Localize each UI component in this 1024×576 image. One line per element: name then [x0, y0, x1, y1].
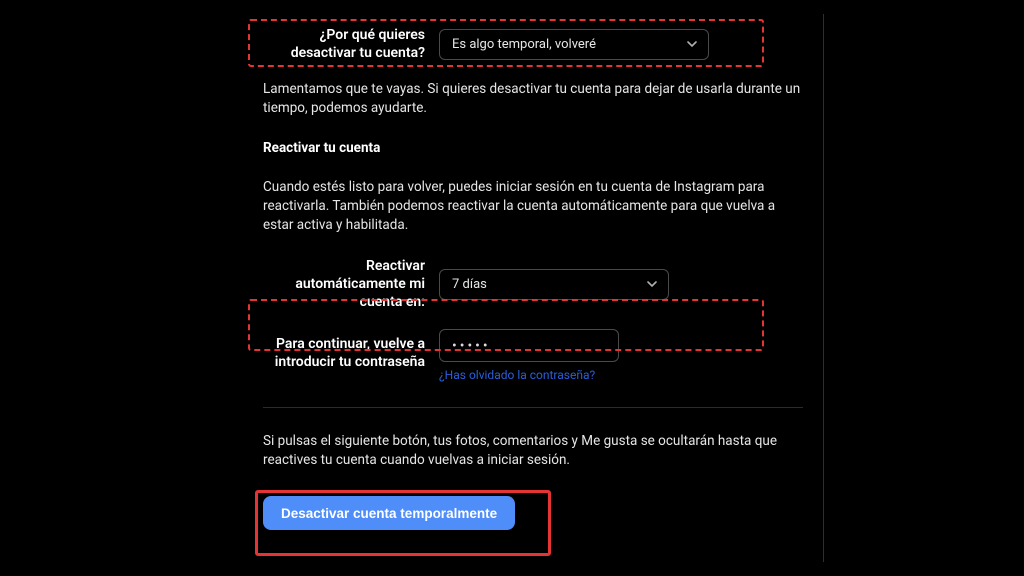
- reactivate-paragraph: Cuando estés listo para volver, puedes i…: [263, 178, 803, 235]
- reactivate-heading: Reactivar tu cuenta: [263, 140, 803, 156]
- confirm-paragraph: Si pulsas el siguiente botón, tus fotos,…: [263, 432, 803, 470]
- password-masked-value: •••••: [452, 338, 491, 354]
- forgot-password-link[interactable]: ¿Has olvidado la contraseña?: [439, 368, 595, 382]
- divider-horizontal: [263, 407, 803, 408]
- intro-paragraph: Lamentamos que te vayas. Si quieres desa…: [263, 80, 803, 118]
- password-input[interactable]: •••••: [439, 329, 619, 362]
- deactivate-button[interactable]: Desactivar cuenta temporalmente: [263, 496, 515, 530]
- deactivate-button-label: Desactivar cuenta temporalmente: [281, 506, 497, 521]
- divider-vertical: [823, 14, 824, 562]
- auto-reactivate-select[interactable]: 7 días: [439, 269, 669, 300]
- reason-label: ¿Por qué quieres desactivar tu cuenta?: [263, 26, 439, 62]
- password-label: Para continuar, vuelve a introducir tu c…: [263, 329, 439, 371]
- chevron-down-icon: [686, 38, 698, 50]
- reason-select-value: Es algo temporal, volveré: [452, 37, 596, 52]
- reason-select[interactable]: Es algo temporal, volveré: [439, 29, 709, 60]
- auto-reactivate-value: 7 días: [452, 277, 487, 292]
- auto-reactivate-label: Reactivar automáticamente mi cuenta en:: [263, 257, 439, 311]
- chevron-down-icon: [646, 278, 658, 290]
